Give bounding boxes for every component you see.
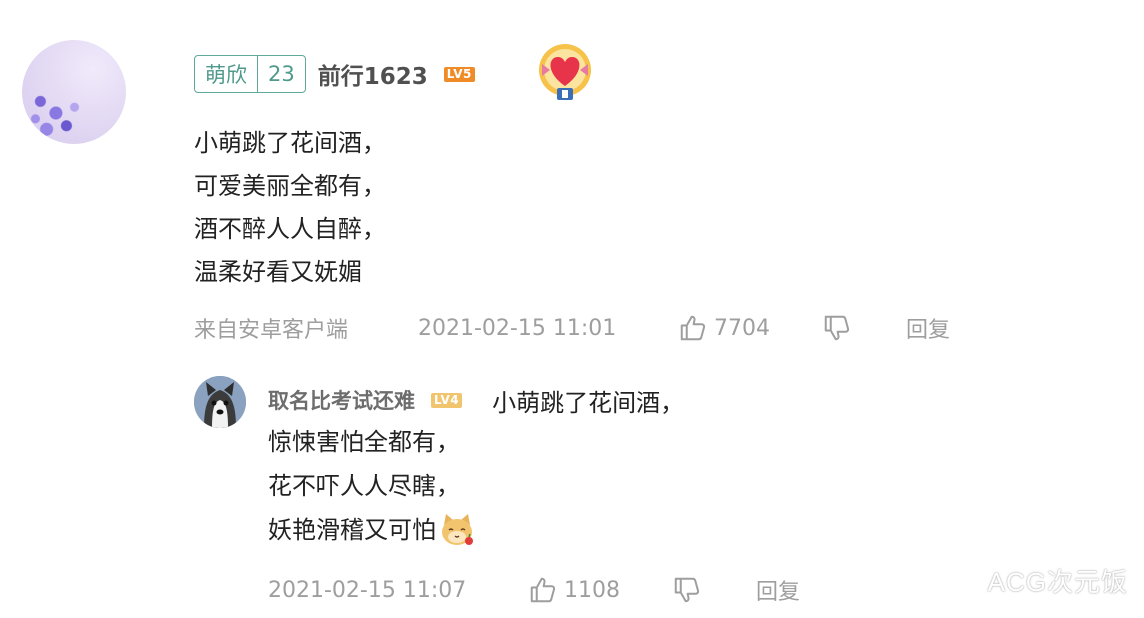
comment-line: 酒不醉人人自醉，: [194, 215, 386, 243]
reply-button[interactable]: 回复: [906, 312, 950, 344]
reply-line-last: 妖艳滑稽又可怕: [268, 508, 476, 552]
fan-medal-level: 23: [268, 62, 295, 86]
reply-meta: 2021-02-15 11:07 1108 回复: [268, 570, 800, 610]
level-badge: LV5: [443, 66, 475, 82]
comment-header: 萌欣 23 前行1623 LV5: [194, 52, 475, 96]
like-button[interactable]: 7704: [678, 313, 822, 343]
reply-content: 惊悚害怕全都有， 花不吓人人尽瞎， 妖艳滑稽又可怕: [268, 420, 476, 552]
reply-like-button[interactable]: 1108: [528, 575, 672, 605]
reply-time: 2021-02-15 11:07: [268, 577, 467, 603]
avatar[interactable]: [22, 40, 126, 144]
reply-reply-button[interactable]: 回复: [756, 574, 800, 606]
reply-reply-label: 回复: [756, 580, 801, 605]
thumbs-up-icon: [680, 315, 706, 341]
heart-pendant-icon: [539, 44, 591, 100]
reply-line: 花不吓人人尽瞎，: [268, 472, 460, 500]
thumbs-down-icon: [824, 315, 850, 341]
watermark: ACG次元饭: [987, 567, 1128, 597]
cat-emoji-icon: [442, 514, 473, 545]
fan-medal-badge[interactable]: 萌欣 23: [194, 55, 306, 93]
reply-line: 小萌跳了花间酒，: [492, 388, 685, 417]
reply-line: 惊悚害怕全都有，: [268, 428, 460, 456]
reply-like-count: 1108: [564, 577, 620, 603]
thumbs-down-icon: [674, 577, 700, 603]
like-count: 7704: [714, 315, 770, 341]
reply-dislike-button[interactable]: [672, 575, 756, 605]
dislike-button[interactable]: [822, 313, 906, 343]
fan-medal-name: 萌欣: [195, 56, 258, 92]
reply-avatar[interactable]: [194, 376, 246, 428]
reply-line-text: 妖艳滑稽又可怕: [268, 516, 436, 544]
flower-decoration: [28, 84, 90, 142]
thumbs-up-icon: [530, 577, 556, 603]
comment-line: 小萌跳了花间酒，: [194, 129, 386, 157]
comment-content: 小萌跳了花间酒， 可爱美丽全都有， 酒不醉人人自醉， 温柔好看又妩媚: [194, 122, 386, 294]
comment-source: 来自安卓客户端: [194, 318, 349, 343]
reply-username[interactable]: 取名比考试还难: [268, 385, 415, 415]
reply-label: 回复: [906, 318, 951, 343]
reply-level-badge: LV4: [431, 392, 463, 408]
comment-meta: 来自安卓客户端 2021-02-15 11:01 7704 回复: [194, 308, 950, 348]
comment-time: 2021-02-15 11:01: [418, 315, 617, 341]
username[interactable]: 前行1623: [318, 57, 428, 91]
comment-line: 可爱美丽全都有，: [194, 172, 386, 200]
reply-header: 取名比考试还难 LV4 小萌跳了花间酒，: [268, 380, 684, 420]
comment-line: 温柔好看又妩媚: [194, 258, 362, 286]
